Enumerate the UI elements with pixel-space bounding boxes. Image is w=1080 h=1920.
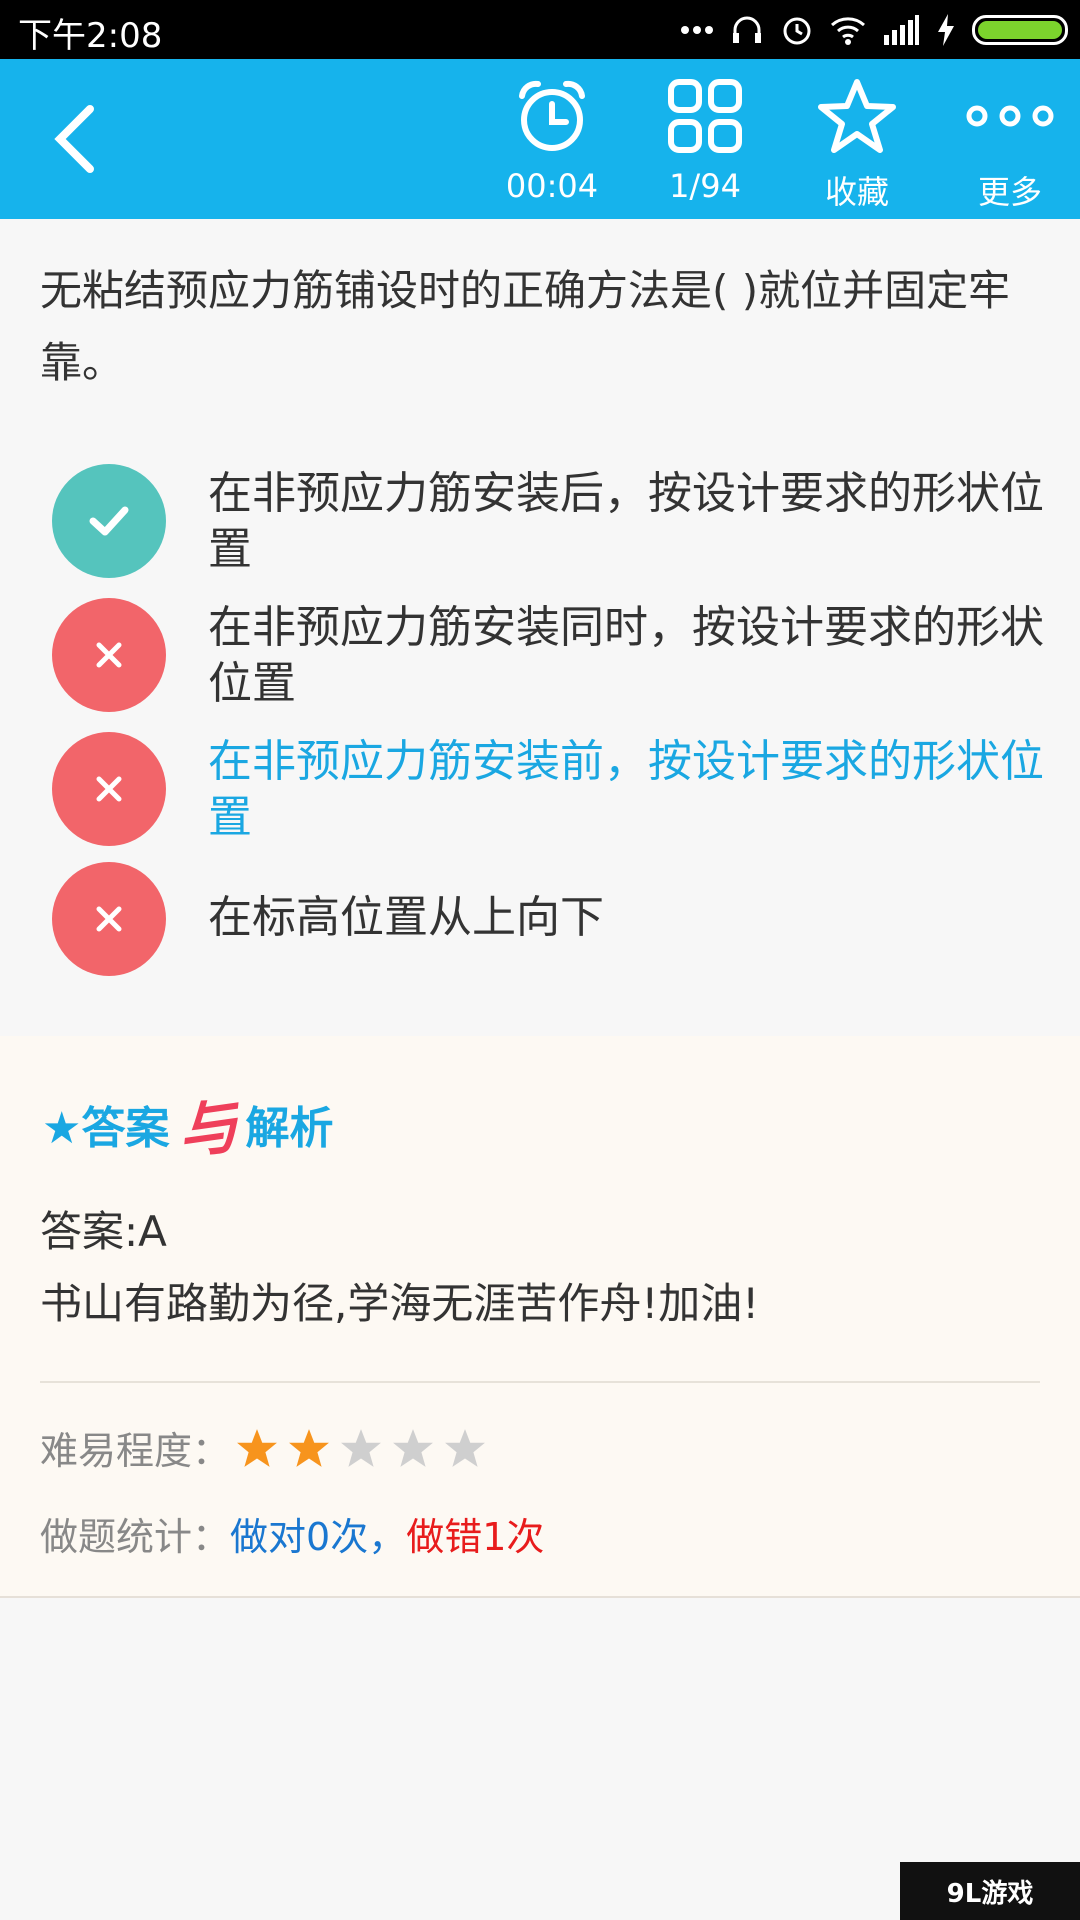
correct-badge bbox=[52, 464, 166, 578]
wifi-icon bbox=[830, 15, 866, 45]
encouragement-text: 书山有路勤为径,学海无涯苦作舟!加油! bbox=[40, 1279, 760, 1328]
more-label: 更多 bbox=[977, 173, 1042, 211]
cross-icon bbox=[96, 642, 122, 668]
grid-icon bbox=[668, 79, 742, 153]
difficulty-label: 难易程度： bbox=[40, 1429, 231, 1473]
watermark-logo: 9L游戏 bbox=[900, 1862, 1080, 1920]
dots-icon bbox=[680, 25, 714, 35]
question-text: 无粘结预应力筋铺设时的正确方法是( )就位并固定牢靠。 bbox=[40, 266, 1011, 387]
status-icons bbox=[680, 8, 1068, 52]
alarm-icon bbox=[780, 13, 814, 47]
charging-icon bbox=[936, 14, 956, 46]
progress-label: 1/94 bbox=[669, 167, 741, 205]
favorite-button[interactable]: 收藏 bbox=[792, 71, 922, 211]
option-text-selected: 在非预应力筋安装前，按设计要求的形状位置 bbox=[208, 736, 1044, 843]
star-filled-icon bbox=[289, 1428, 329, 1467]
more-icon bbox=[966, 105, 1054, 127]
favorite-label: 收藏 bbox=[824, 173, 889, 211]
top-toolbar: 00:04 1/94 收藏 更多 bbox=[0, 59, 1080, 219]
analysis-title-and: 与 bbox=[173, 1090, 243, 1169]
wrong-badge bbox=[52, 598, 166, 712]
headphones-icon bbox=[730, 13, 764, 47]
option-text: 在非预应力筋安装后，按设计要求的形状位置 bbox=[208, 468, 1044, 575]
option-text: 在非预应力筋安装同时，按设计要求的形状位置 bbox=[208, 602, 1044, 709]
star-icon bbox=[818, 79, 896, 153]
divider bbox=[40, 1381, 1040, 1383]
status-bar: 下午2:08 bbox=[0, 0, 1080, 59]
stats-row: 做题统计： 做对0次 ， 做错1次 bbox=[40, 1506, 544, 1561]
question-index-button[interactable]: 1/94 bbox=[640, 71, 770, 211]
star-empty-icon bbox=[393, 1428, 433, 1467]
timer-button[interactable]: 00:04 bbox=[487, 71, 617, 211]
back-arrow-icon bbox=[54, 105, 94, 173]
option-text: 在标高位置从上向下 bbox=[208, 892, 604, 943]
signal-icon bbox=[882, 15, 920, 45]
analysis-title-answer: ★答案 bbox=[42, 1103, 170, 1154]
wrong-badge bbox=[52, 732, 166, 846]
cross-icon bbox=[96, 906, 122, 932]
stats-label: 做题统计： bbox=[40, 1515, 231, 1559]
alarm-clock-icon bbox=[519, 80, 585, 151]
check-icon bbox=[89, 506, 129, 536]
difficulty-row: 难易程度： bbox=[40, 1420, 486, 1475]
difficulty-stars bbox=[236, 1427, 486, 1469]
back-button[interactable] bbox=[40, 99, 120, 179]
analysis-title: ★答案 与 解析 bbox=[42, 1084, 334, 1169]
star-empty-icon bbox=[341, 1428, 381, 1467]
analysis-title-explain: 解析 bbox=[245, 1103, 334, 1154]
wrong-badge bbox=[52, 862, 166, 976]
cross-icon bbox=[96, 776, 122, 802]
answer-text: 答案:A bbox=[40, 1207, 167, 1256]
more-button[interactable]: 更多 bbox=[945, 71, 1075, 211]
stats-correct: 做对0次 bbox=[230, 1515, 369, 1559]
stats-wrong: 做错1次 bbox=[406, 1515, 545, 1559]
star-filled-icon bbox=[237, 1428, 277, 1467]
stats-separator: ， bbox=[368, 1515, 407, 1559]
timer-label: 00:04 bbox=[505, 167, 599, 205]
status-time: 下午2:08 bbox=[18, 16, 163, 56]
analysis-panel: ★答案 与 解析 答案:A 书山有路勤为径,学海无涯苦作舟!加油! 难易程度： … bbox=[0, 1036, 1080, 1598]
battery-icon bbox=[972, 15, 1068, 45]
star-empty-icon bbox=[445, 1428, 485, 1467]
